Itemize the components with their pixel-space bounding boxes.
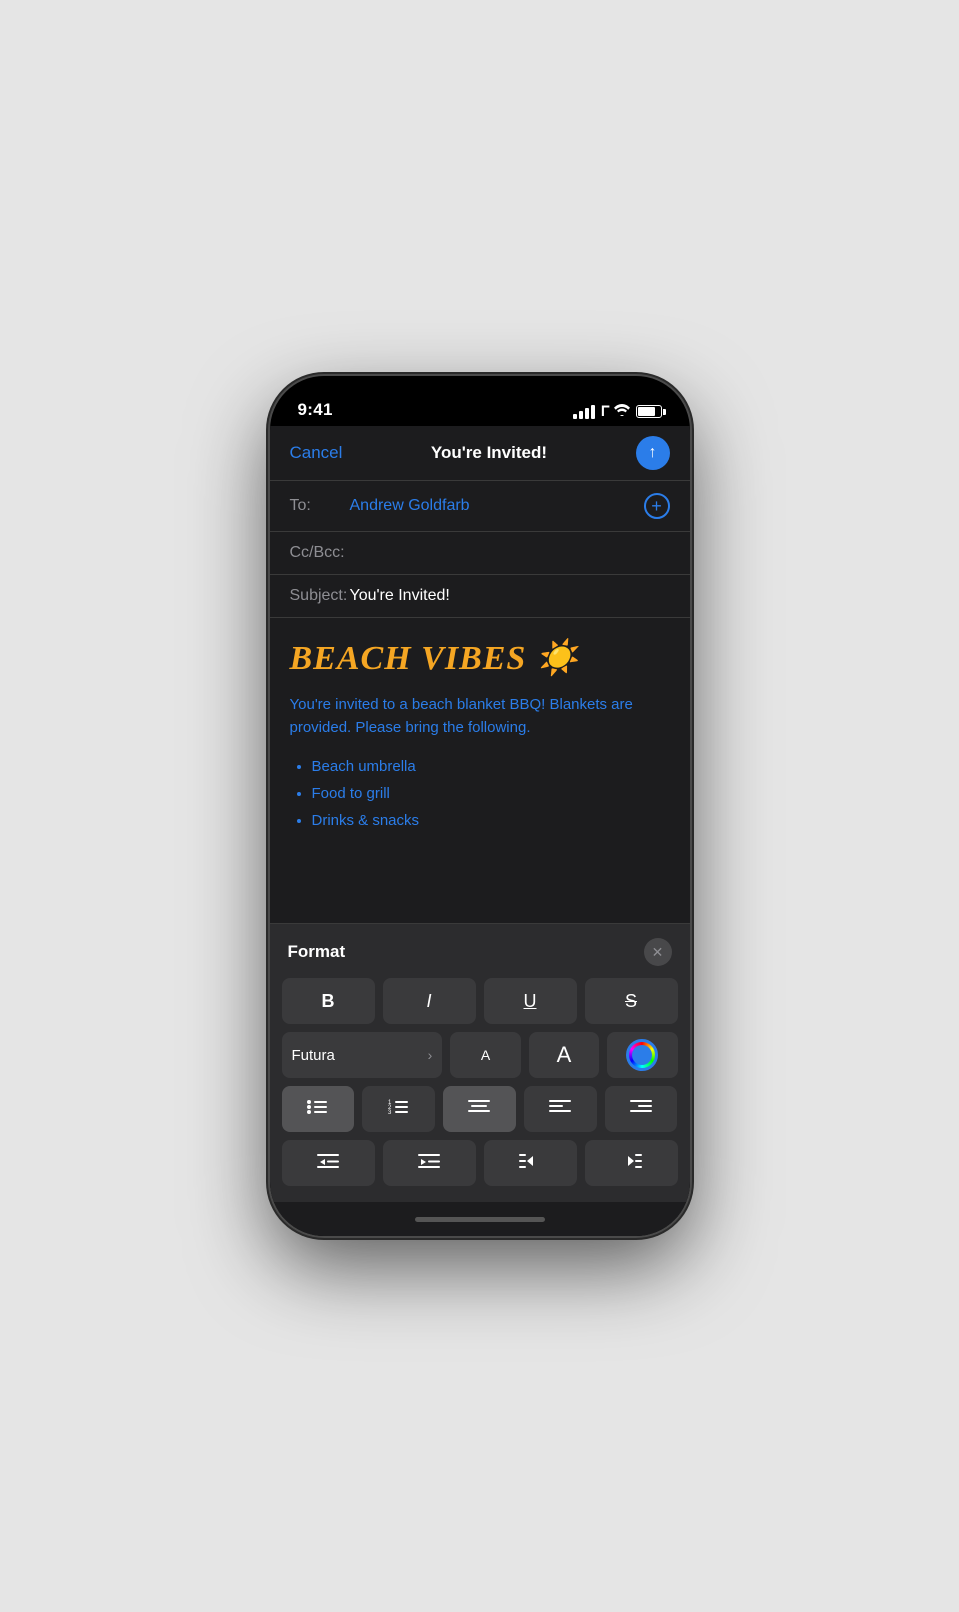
signal-icon	[573, 405, 595, 419]
status-icons: 𝚪︎	[573, 403, 662, 420]
screen: 9:41 𝚪︎	[270, 376, 690, 1236]
align-left-icon	[549, 1098, 571, 1121]
wifi-icon: 𝚪︎	[601, 403, 630, 420]
add-recipient-button[interactable]: +	[644, 493, 670, 519]
format-panel: Format ✕ B I U S	[270, 923, 690, 1202]
phone-body: 9:41 𝚪︎	[270, 376, 690, 1236]
increase-font-button[interactable]: A	[529, 1032, 599, 1078]
to-label: To:	[290, 497, 350, 515]
bullet-list-button[interactable]	[282, 1086, 355, 1132]
home-indicator	[270, 1202, 690, 1236]
large-a-label: A	[557, 1042, 572, 1068]
battery-icon	[636, 405, 662, 418]
email-header: Cancel You're Invited! ↑	[270, 426, 690, 481]
bold-button[interactable]: B	[282, 978, 375, 1024]
decrease-indent-button[interactable]	[282, 1140, 375, 1186]
increase-quote-icon	[620, 1152, 642, 1175]
bring-list: Beach umbrella Food to grill Drinks & sn…	[290, 753, 670, 834]
format-title: Format	[288, 942, 346, 962]
notch	[405, 376, 555, 406]
email-body[interactable]: BEACH VIBES ☀️ You're invited to a beach…	[270, 618, 690, 923]
font-picker-button[interactable]: Futura ›	[282, 1032, 443, 1078]
color-circle-icon	[626, 1039, 658, 1071]
cancel-button[interactable]: Cancel	[290, 443, 343, 463]
volume-up-button[interactable]	[266, 551, 270, 609]
align-center-icon	[468, 1098, 490, 1121]
color-circle-inner	[632, 1045, 652, 1065]
send-button[interactable]: ↑	[636, 436, 670, 470]
increase-indent-button[interactable]	[383, 1140, 476, 1186]
numbered-list-button[interactable]: 1 2 3	[362, 1086, 435, 1132]
subject-value[interactable]: You're Invited!	[350, 587, 450, 605]
phone-wrapper: 9:41 𝚪︎	[270, 376, 690, 1236]
align-right-button[interactable]	[605, 1086, 678, 1132]
decrease-font-button[interactable]: A	[450, 1032, 520, 1078]
format-header: Format ✕	[270, 924, 690, 978]
beach-vibes-headline: BEACH VIBES ☀️	[290, 638, 670, 678]
subject-field[interactable]: Subject: You're Invited!	[270, 575, 690, 618]
to-recipient[interactable]: Andrew Goldfarb	[350, 497, 644, 515]
power-button[interactable]	[690, 561, 694, 651]
align-left-button[interactable]	[524, 1086, 597, 1132]
increase-quote-button[interactable]	[585, 1140, 678, 1186]
format-close-button[interactable]: ✕	[644, 938, 672, 966]
decrease-quote-button[interactable]	[484, 1140, 577, 1186]
decrease-indent-icon	[317, 1152, 339, 1175]
subject-label: Subject:	[290, 587, 350, 605]
invite-paragraph[interactable]: You're invited to a beach blanket BBQ! B…	[290, 694, 670, 739]
format-row-1: B I U S	[270, 978, 690, 1024]
email-title: You're Invited!	[431, 443, 547, 463]
bullet-list-icon	[307, 1098, 329, 1121]
list-item: Beach umbrella	[312, 753, 670, 780]
status-time: 9:41	[298, 400, 333, 420]
volume-down-button[interactable]	[266, 620, 270, 678]
send-arrow-icon: ↑	[649, 445, 657, 461]
svg-text:3: 3	[388, 1110, 392, 1116]
close-icon: ✕	[652, 944, 664, 961]
mute-button[interactable]	[266, 506, 270, 538]
cc-field[interactable]: Cc/Bcc:	[270, 532, 690, 575]
home-bar	[415, 1217, 545, 1222]
italic-button[interactable]: I	[383, 978, 476, 1024]
color-picker-button[interactable]	[607, 1032, 677, 1078]
format-row-2: Futura › A A	[270, 1032, 690, 1078]
strikethrough-button[interactable]: S	[585, 978, 678, 1024]
cc-label: Cc/Bcc:	[290, 544, 350, 562]
align-right-icon	[630, 1098, 652, 1121]
format-row-3: 1 2 3	[270, 1086, 690, 1132]
chevron-right-icon: ›	[428, 1047, 433, 1063]
to-field: To: Andrew Goldfarb +	[270, 481, 690, 532]
list-item: Food to grill	[312, 780, 670, 807]
email-container: Cancel You're Invited! ↑ To: Andrew Gold…	[270, 426, 690, 1236]
numbered-list-icon: 1 2 3	[388, 1098, 410, 1121]
underline-button[interactable]: U	[484, 978, 577, 1024]
align-center-button[interactable]	[443, 1086, 516, 1132]
font-name-label: Futura	[292, 1047, 335, 1064]
format-row-4	[270, 1140, 690, 1186]
list-item: Drinks & snacks	[312, 807, 670, 834]
plus-icon: +	[651, 497, 662, 515]
increase-indent-icon	[418, 1152, 440, 1175]
decrease-quote-icon	[519, 1152, 541, 1175]
